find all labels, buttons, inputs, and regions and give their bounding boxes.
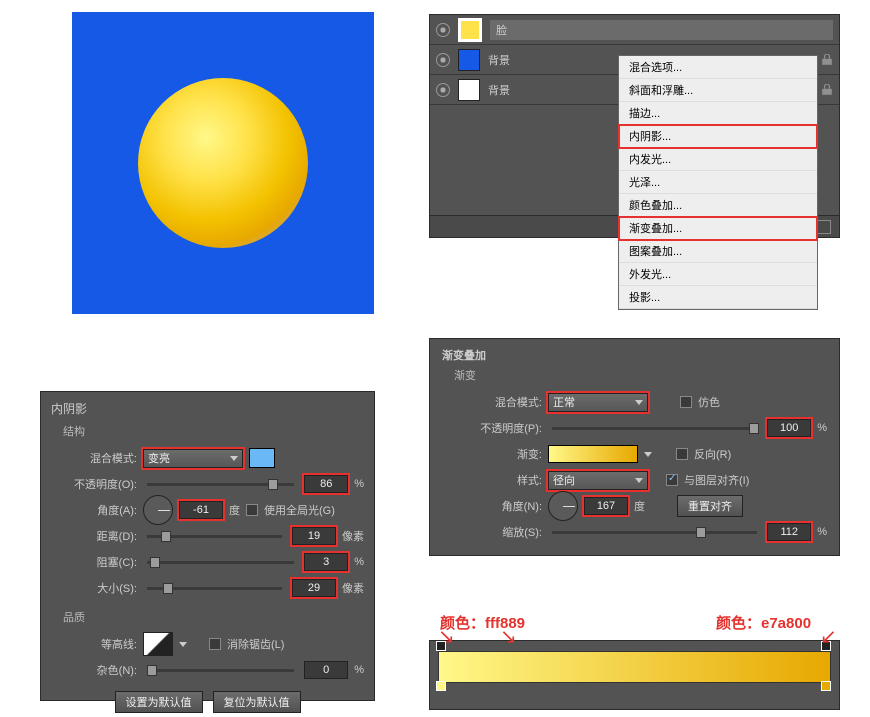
- lock-icon: [821, 54, 833, 66]
- angle-wheel[interactable]: [548, 491, 578, 521]
- reset-align-button[interactable]: 重置对齐: [677, 495, 743, 517]
- menu-item-inner-shadow[interactable]: 内阴影...: [619, 125, 817, 148]
- reset-default-button[interactable]: 复位为默认值: [213, 691, 301, 713]
- visibility-icon[interactable]: [436, 83, 450, 97]
- global-light-label: 使用全局光(G): [264, 502, 335, 518]
- distance-input[interactable]: 19: [292, 527, 336, 545]
- noise-slider[interactable]: [147, 669, 294, 672]
- color-stop-left[interactable]: [436, 681, 448, 693]
- noise-label: 杂色(N):: [51, 662, 137, 678]
- menu-item[interactable]: 光泽...: [619, 171, 817, 194]
- opacity-slider[interactable]: [552, 427, 757, 430]
- menu-item-gradient-overlay[interactable]: 渐变叠加...: [619, 217, 817, 240]
- antialias-label: 消除锯齿(L): [227, 636, 284, 652]
- visibility-icon[interactable]: [436, 23, 450, 37]
- gradient-bar[interactable]: [438, 651, 831, 683]
- annotation-grad-right: 颜色：e7a800: [716, 612, 811, 633]
- arrow-down-icon: ↘: [438, 632, 455, 642]
- layer-thumb[interactable]: [458, 79, 480, 101]
- layer-thumb[interactable]: [458, 18, 482, 42]
- align-checkbox[interactable]: [666, 474, 678, 486]
- blend-mode-label: 混合模式:: [442, 394, 542, 410]
- dither-label: 仿色: [698, 394, 720, 410]
- style-select[interactable]: 径向: [548, 471, 648, 490]
- arrow-down-icon: ↘: [500, 632, 517, 642]
- align-label: 与图层对齐(I): [684, 472, 749, 488]
- layer-thumb[interactable]: [458, 49, 480, 71]
- color-stop-right[interactable]: [821, 681, 833, 693]
- visibility-icon[interactable]: [436, 53, 450, 67]
- opacity-input[interactable]: 86: [304, 475, 348, 493]
- gradient-sub: 渐变: [454, 367, 827, 383]
- make-default-button[interactable]: 设置为默认值: [115, 691, 203, 713]
- shadow-color-chip[interactable]: [249, 448, 275, 468]
- chevron-down-icon[interactable]: [644, 452, 652, 457]
- choke-input[interactable]: 3: [304, 553, 348, 571]
- reverse-checkbox[interactable]: [676, 448, 688, 460]
- opacity-slider[interactable]: [147, 483, 294, 486]
- structure-label: 结构: [63, 423, 364, 439]
- menu-item[interactable]: 外发光...: [619, 263, 817, 286]
- inner-shadow-dialog: 内阴影 结构 混合模式: 变亮 不透明度(O): 86 % 角度(A): -61…: [40, 391, 375, 701]
- lock-icon: [821, 84, 833, 96]
- scale-label: 缩放(S):: [442, 524, 542, 540]
- opacity-input[interactable]: 100: [767, 419, 811, 437]
- blend-mode-select[interactable]: 变亮: [143, 449, 243, 468]
- angle-input[interactable]: 167: [584, 497, 628, 515]
- angle-label: 角度(N):: [442, 498, 542, 514]
- menu-item[interactable]: 图案叠加...: [619, 240, 817, 263]
- angle-wheel[interactable]: [143, 495, 173, 525]
- contour-picker[interactable]: [143, 632, 173, 656]
- menu-item[interactable]: 投影...: [619, 286, 817, 309]
- contour-label: 等高线:: [51, 636, 137, 652]
- size-slider[interactable]: [147, 587, 282, 590]
- gradient-editor: [429, 640, 840, 710]
- reverse-label: 反向(R): [694, 446, 731, 462]
- style-label: 样式:: [442, 472, 542, 488]
- layer-row[interactable]: 脸: [430, 15, 839, 45]
- angle-label: 角度(A):: [51, 502, 137, 518]
- chevron-down-icon[interactable]: [179, 642, 187, 647]
- opacity-label: 不透明度(P):: [442, 420, 542, 436]
- gradient-label: 渐变:: [442, 446, 542, 462]
- sphere-shape: [138, 78, 308, 248]
- gradient-picker[interactable]: [548, 445, 638, 463]
- size-input[interactable]: 29: [292, 579, 336, 597]
- trash-icon[interactable]: [817, 220, 831, 234]
- fx-dropdown-menu: 混合选项... 斜面和浮雕... 描边... 内阴影... 内发光... 光泽.…: [618, 55, 818, 310]
- blend-mode-label: 混合模式:: [51, 450, 137, 466]
- opacity-label: 不透明度(O):: [51, 476, 137, 492]
- menu-item[interactable]: 斜面和浮雕...: [619, 79, 817, 102]
- quality-label: 品质: [63, 609, 364, 625]
- menu-item[interactable]: 颜色叠加...: [619, 194, 817, 217]
- arrow-down-icon: ↙: [820, 632, 837, 642]
- distance-slider[interactable]: [147, 535, 282, 538]
- choke-label: 阻塞(C):: [51, 554, 137, 570]
- distance-label: 距离(D):: [51, 528, 137, 544]
- scale-slider[interactable]: [552, 531, 757, 534]
- scale-input[interactable]: 112: [767, 523, 811, 541]
- size-label: 大小(S):: [51, 580, 137, 596]
- antialias-checkbox[interactable]: [209, 638, 221, 650]
- gradient-overlay-dialog: 渐变叠加 渐变 混合模式: 正常 仿色 不透明度(P): 100 % 渐变: 反…: [429, 338, 840, 556]
- blend-mode-select[interactable]: 正常: [548, 393, 648, 412]
- angle-input[interactable]: -61: [179, 501, 223, 519]
- choke-slider[interactable]: [147, 561, 294, 564]
- dialog-title: 内阴影: [51, 400, 364, 417]
- menu-item[interactable]: 混合选项...: [619, 56, 817, 79]
- noise-input[interactable]: 0: [304, 661, 348, 679]
- dither-checkbox[interactable]: [680, 396, 692, 408]
- menu-item[interactable]: 内发光...: [619, 148, 817, 171]
- menu-item[interactable]: 描边...: [619, 102, 817, 125]
- global-light-checkbox[interactable]: [246, 504, 258, 516]
- layer-label[interactable]: 脸: [490, 20, 833, 40]
- preview-canvas: [72, 12, 374, 314]
- dialog-title: 渐变叠加: [442, 347, 827, 363]
